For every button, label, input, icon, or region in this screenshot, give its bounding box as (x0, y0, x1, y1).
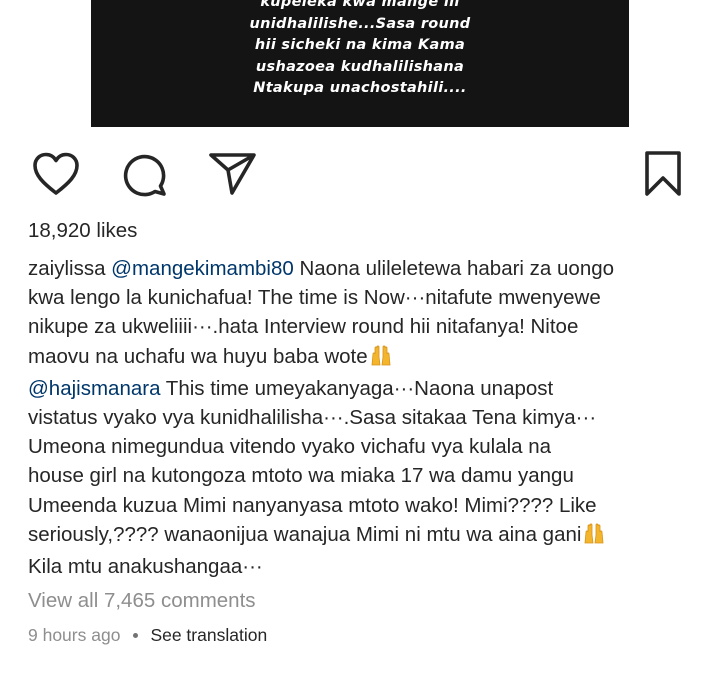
post-image-line: kupeleka kwa mange ili (260, 0, 460, 10)
caption-text: This time umeyakanyaga···Naona unapost (160, 376, 554, 400)
mention-link[interactable]: @mangekimambi80 (111, 257, 294, 280)
post-image-line: unidhalilishe...Sasa round (249, 15, 471, 32)
heart-outline-icon (33, 152, 79, 195)
post-image[interactable]: kupeleka kwa mange ili unidhalilishe...S… (91, 0, 629, 127)
share-button[interactable] (207, 150, 257, 198)
post-image-line: Ntakupa unachostahili.... (253, 80, 467, 96)
save-button[interactable] (643, 150, 683, 198)
caption-line: maovu na uchafu wa huyu baba wote (28, 342, 708, 374)
post-caption: zaiylissa @mangekimambi80 Naona ulilelet… (28, 254, 708, 581)
caption-username[interactable]: zaiylissa (28, 257, 105, 280)
caption-line: seriously,???? wanaonijua wanajua Mimi n… (28, 520, 708, 552)
like-button[interactable] (31, 150, 81, 198)
comment-button[interactable] (119, 150, 169, 198)
mention-link[interactable]: @hajismanara (28, 377, 160, 400)
post-action-bar (0, 146, 720, 202)
raising-hands-emoji (370, 344, 392, 374)
caption-line: Umeenda kuzua Mimi nanyanyasa mtoto wako… (28, 493, 597, 517)
paper-plane-icon (209, 153, 256, 195)
caption-text: Naona ulileletewa habari za uongo (293, 257, 615, 280)
post-image-line: ushazoea kudhalilishana (255, 58, 465, 75)
separator-dot (133, 633, 139, 638)
view-all-comments-link[interactable]: View all 7,465 comments (28, 589, 256, 613)
caption-line: kwa lengo la kunichafua! The time is Now… (28, 286, 601, 310)
caption-line: zaiylissa @mangekimambi80 Naona ulilelet… (28, 254, 708, 283)
caption-text: seriously,???? wanaonijua wanajua Mimi n… (28, 522, 582, 546)
see-translation-link[interactable]: See translation (150, 625, 267, 645)
likes-count[interactable]: 18,920 likes (28, 219, 137, 243)
caption-line: Umeona nimegundua vitendo vyako vichafu … (28, 435, 552, 459)
comment-bubble-icon (123, 154, 166, 197)
caption-line: Kila mtu anakushangaa··· (28, 555, 263, 579)
caption-line: house girl na kutongoza mtoto wa miaka 1… (28, 464, 574, 488)
caption-line: nikupe za ukweliiii···.hata Interview ro… (28, 315, 579, 339)
post-meta-row: 9 hours ago See translation (28, 625, 267, 649)
bookmark-outline-icon (645, 151, 681, 196)
caption-text: maovu na uchafu wa huyu baba wote (28, 344, 368, 368)
caption-line: @hajismanara This time umeyakanyaga···Na… (28, 374, 708, 403)
post-timestamp: 9 hours ago (28, 625, 121, 645)
caption-line: vistatus vyako vya kunidhalilisha···.Sas… (28, 406, 597, 430)
raising-hands-emoji (583, 522, 605, 552)
post-image-text: kupeleka kwa mange ili unidhalilishe...S… (91, 0, 629, 100)
post-image-line: hii sicheki na kima Kama (254, 37, 466, 53)
